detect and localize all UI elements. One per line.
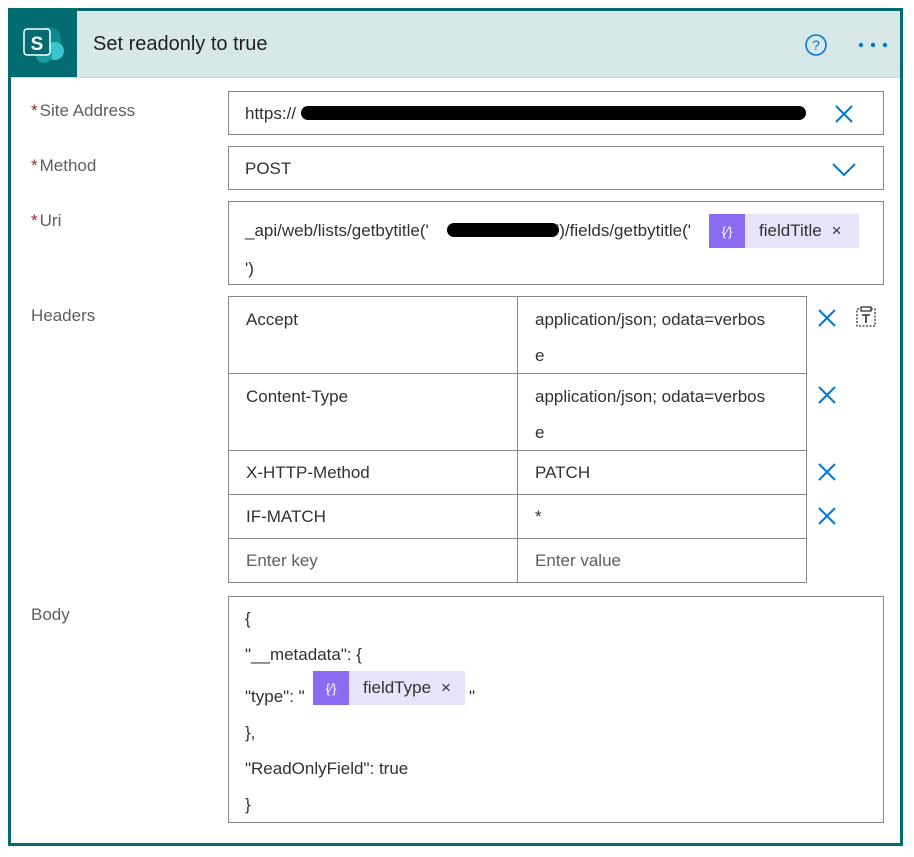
expression-icon: {∕}	[313, 671, 349, 705]
header-key-placeholder: Enter key	[246, 551, 318, 570]
header-value-cell[interactable]: application/json; odata=verbos e	[517, 296, 807, 374]
uri-prefix: _api/web/lists/getbytitle('	[245, 221, 429, 240]
svg-text:?: ?	[812, 37, 820, 53]
close-icon[interactable]	[816, 505, 838, 527]
uri-middle: ')/fields/getbytitle('	[556, 221, 691, 240]
body-line: }	[245, 795, 251, 814]
redacted-region	[301, 106, 806, 120]
body-label: Body	[31, 605, 70, 624]
required-mark: *	[31, 211, 38, 230]
header-value-cell[interactable]: *	[517, 494, 807, 539]
uri-label-text: Uri	[39, 211, 62, 230]
header-value-text: PATCH	[535, 463, 591, 482]
header-key-cell[interactable]: Accept	[228, 296, 518, 374]
close-icon[interactable]	[816, 461, 838, 483]
header-key-text: X-HTTP-Method	[246, 463, 370, 482]
header-key-text: Content-Type	[246, 387, 349, 406]
ellipsis-icon[interactable]	[857, 37, 889, 53]
token-label: fieldTitle	[759, 221, 822, 240]
method-dropdown[interactable]: POST	[228, 146, 884, 190]
close-icon[interactable]	[833, 103, 855, 125]
header-value-text: application/json; odata=verbos	[535, 310, 766, 329]
header-value-cell[interactable]: PATCH	[517, 450, 807, 495]
header-key-cell[interactable]: X-HTTP-Method	[228, 450, 518, 495]
question-circle-icon[interactable]: ?	[804, 33, 828, 57]
text-mode-icon[interactable]	[854, 305, 878, 329]
chevron-down-icon[interactable]	[831, 158, 857, 180]
header-value-text: application/json; odata=verbos	[535, 387, 766, 406]
body-line: {	[245, 609, 251, 628]
header-value-placeholder: Enter value	[535, 551, 621, 570]
redacted-region	[447, 223, 559, 237]
svg-text:S: S	[31, 34, 44, 55]
token-remove-button[interactable]: ×	[822, 221, 850, 241]
site-address-label-text: Site Address	[39, 101, 136, 120]
header-value-text-wrap: e	[535, 346, 545, 365]
header-value-cell[interactable]: application/json; odata=verbos e	[517, 373, 807, 451]
uri-field[interactable]: _api/web/lists/getbytitle(' ')/fields/ge…	[228, 201, 884, 285]
close-icon[interactable]	[816, 384, 838, 406]
uri-label: * Uri	[31, 211, 61, 231]
card-header[interactable]: S Set readonly to true ?	[11, 11, 900, 78]
sharepoint-icon: S	[11, 11, 77, 77]
body-field[interactable]: { "__metadata": { "type": " {∕} fieldTyp…	[228, 596, 884, 823]
header-value-input[interactable]: Enter value	[517, 538, 807, 583]
token-remove-button[interactable]: ×	[431, 678, 459, 698]
header-key-text: Accept	[246, 310, 298, 329]
body-line: "	[469, 687, 476, 706]
body-line: "ReadOnlyField": true	[245, 759, 409, 778]
body-line: "type": "	[245, 687, 305, 706]
token-label: fieldType	[363, 678, 432, 697]
header-key-text: IF-MATCH	[246, 507, 326, 526]
header-key-cell[interactable]: IF-MATCH	[228, 494, 518, 539]
header-key-input[interactable]: Enter key	[228, 538, 518, 583]
method-value: POST	[245, 159, 292, 178]
header-key-cell[interactable]: Content-Type	[228, 373, 518, 451]
method-label-text: Method	[39, 156, 97, 175]
uri-suffix: ')	[245, 259, 254, 278]
header-value-text: *	[535, 507, 542, 526]
expression-icon: {∕}	[709, 214, 745, 248]
site-address-label: * Site Address	[31, 101, 135, 121]
action-card: S Set readonly to true ? * Site Address h…	[8, 8, 903, 846]
headers-label: Headers	[31, 306, 96, 325]
required-mark: *	[31, 101, 38, 120]
site-address-value: https://	[245, 104, 297, 123]
header-value-text-wrap: e	[535, 423, 545, 442]
body-line: "__metadata": {	[245, 645, 362, 664]
field-type-token[interactable]: {∕} fieldType ×	[313, 671, 465, 705]
body-line: },	[245, 723, 256, 742]
method-label: * Method	[31, 156, 96, 176]
card-title[interactable]: Set readonly to true	[93, 33, 268, 56]
required-mark: *	[31, 156, 38, 175]
close-icon[interactable]	[816, 307, 838, 329]
field-title-token[interactable]: {∕} fieldTitle ×	[709, 214, 859, 248]
site-address-field[interactable]: https://	[228, 91, 884, 135]
